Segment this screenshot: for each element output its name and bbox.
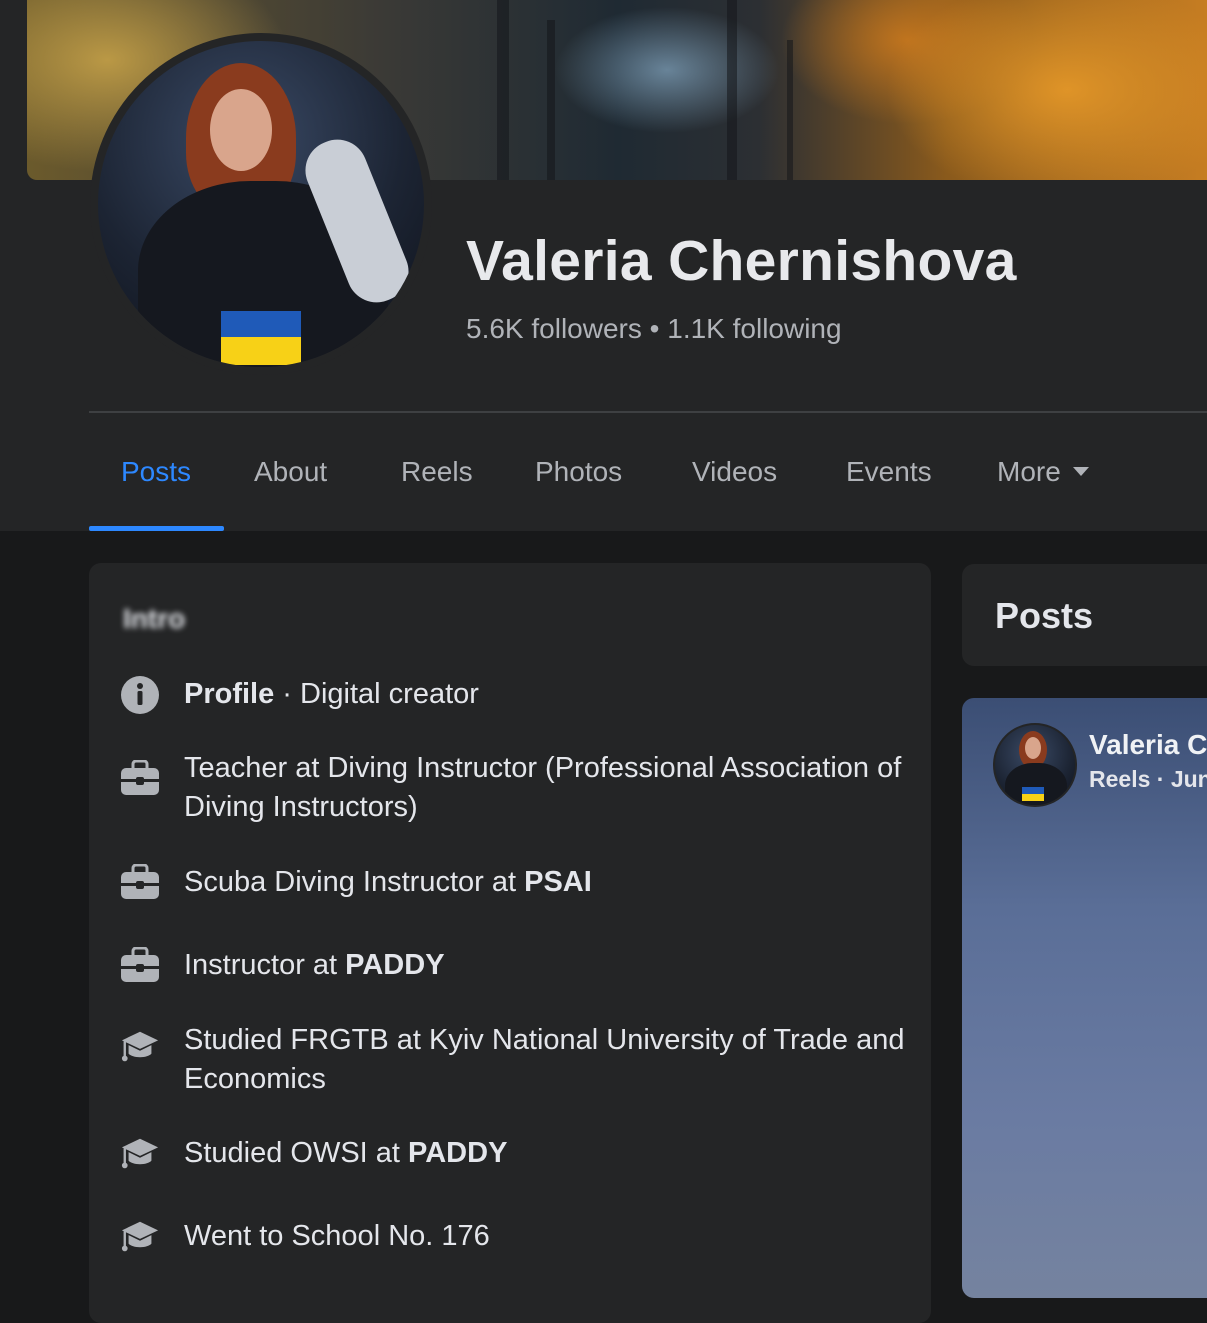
intro-bold-prefix: Profile: [184, 678, 275, 710]
intro-link[interactable]: PADDY: [345, 949, 444, 981]
intro-item-work: Instructor at PADDY: [89, 946, 931, 988]
tab-posts[interactable]: Posts: [121, 413, 191, 531]
intro-detail: Studied OWSI at: [184, 1137, 409, 1169]
intro-detail: Scuba Diving Instructor at: [184, 866, 525, 898]
intro-item-education: Studied OWSI at PADDY: [89, 1134, 931, 1176]
graduation-cap-icon: [120, 1217, 160, 1257]
ukraine-flag-yellow: [1022, 794, 1044, 801]
avatar-face: [1025, 737, 1041, 759]
tab-videos[interactable]: Videos: [692, 413, 777, 531]
profile-tabs: Posts About Reels Photos Videos Events M…: [89, 413, 1207, 531]
cover-detail: [497, 0, 509, 180]
intro-text: Studied FRGTB at Kyiv National Universit…: [184, 1024, 905, 1095]
ukraine-flag-yellow: [221, 337, 301, 365]
caret-down-icon: [1072, 467, 1089, 477]
tab-more-label: More: [997, 456, 1061, 487]
intro-link[interactable]: PSAI: [524, 866, 592, 898]
avatar-photo: [98, 41, 424, 367]
ukraine-flag-blue: [221, 311, 301, 337]
post-card[interactable]: Valeria C Reels · Jun: [962, 698, 1207, 1298]
info-icon: [120, 675, 160, 715]
intro-card: Intro Profile · Digital creator Teacher …: [89, 563, 931, 1323]
tab-photos[interactable]: Photos: [535, 413, 622, 531]
followers-link[interactable]: 5.6K followers: [466, 313, 642, 344]
cover-detail: [547, 20, 555, 180]
intro-item-education: Went to School No. 176: [89, 1217, 931, 1259]
briefcase-icon: [120, 946, 160, 986]
following-link[interactable]: 1.1K following: [667, 313, 841, 344]
intro-detail: Instructor at: [184, 949, 346, 981]
profile-avatar[interactable]: [90, 33, 432, 375]
cover-detail: [787, 40, 793, 180]
tab-about[interactable]: About: [254, 413, 327, 531]
tab-more[interactable]: More: [997, 413, 1089, 531]
intro-text: Went to School No. 176: [184, 1220, 490, 1252]
intro-item-work: Teacher at Diving Instructor (Profession…: [89, 749, 931, 829]
cover-detail: [727, 0, 737, 180]
intro-link[interactable]: PADDY: [408, 1137, 507, 1169]
post-author-avatar[interactable]: [993, 723, 1077, 807]
tab-events[interactable]: Events: [846, 413, 932, 531]
intro-text: Instructor at PADDY: [184, 946, 914, 985]
posts-heading: Posts: [995, 595, 1094, 636]
intro-text: Teacher at Diving Instructor (Profession…: [184, 752, 902, 823]
stats-separator: •: [641, 313, 668, 344]
briefcase-icon: [120, 863, 160, 903]
avatar-face: [210, 89, 272, 171]
intro-heading: Intro: [123, 603, 186, 634]
profile-name: Valeria Chernishova: [466, 229, 1017, 293]
intro-text: Scuba Diving Instructor at PSAI: [184, 863, 914, 902]
intro-item-profile: Profile · Digital creator: [89, 673, 931, 715]
tab-reels[interactable]: Reels: [401, 413, 473, 531]
graduation-cap-icon: [120, 1134, 160, 1174]
intro-text: Profile · Digital creator: [184, 675, 914, 714]
graduation-cap-icon: [120, 1027, 160, 1067]
post-author-name[interactable]: Valeria C: [1089, 729, 1207, 761]
follow-stats: 5.6K followers • 1.1K following: [466, 313, 842, 345]
post-meta: Reels · Jun: [1089, 766, 1207, 792]
intro-item-education: Studied FRGTB at Kyiv National Universit…: [89, 1021, 931, 1101]
posts-header-card: Posts: [962, 564, 1207, 666]
intro-item-work: Scuba Diving Instructor at PSAI: [89, 863, 931, 905]
intro-text: Studied OWSI at PADDY: [184, 1134, 914, 1173]
briefcase-icon: [120, 759, 160, 799]
ukraine-flag-blue: [1022, 787, 1044, 794]
active-tab-indicator: [89, 526, 224, 531]
intro-detail: · Digital creator: [274, 678, 479, 710]
